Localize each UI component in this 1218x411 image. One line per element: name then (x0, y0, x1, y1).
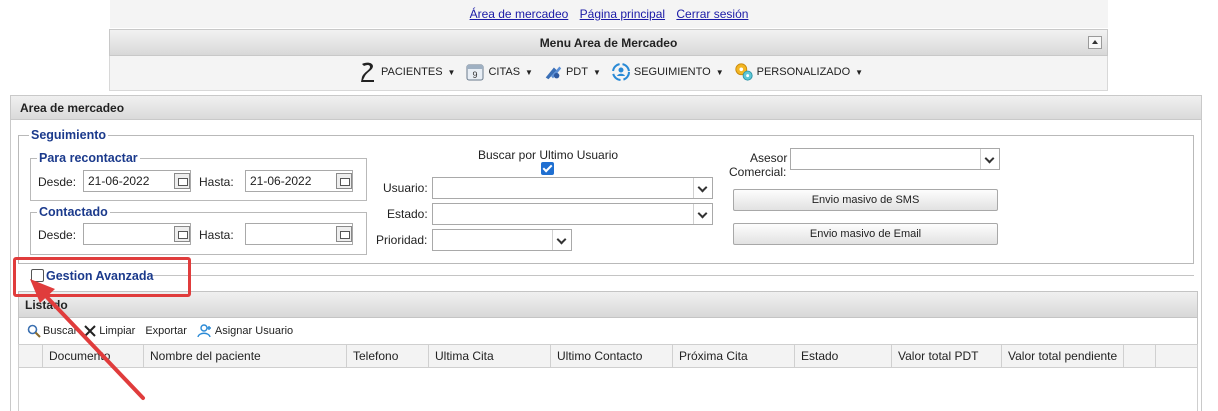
annotation-arrow (30, 279, 145, 400)
